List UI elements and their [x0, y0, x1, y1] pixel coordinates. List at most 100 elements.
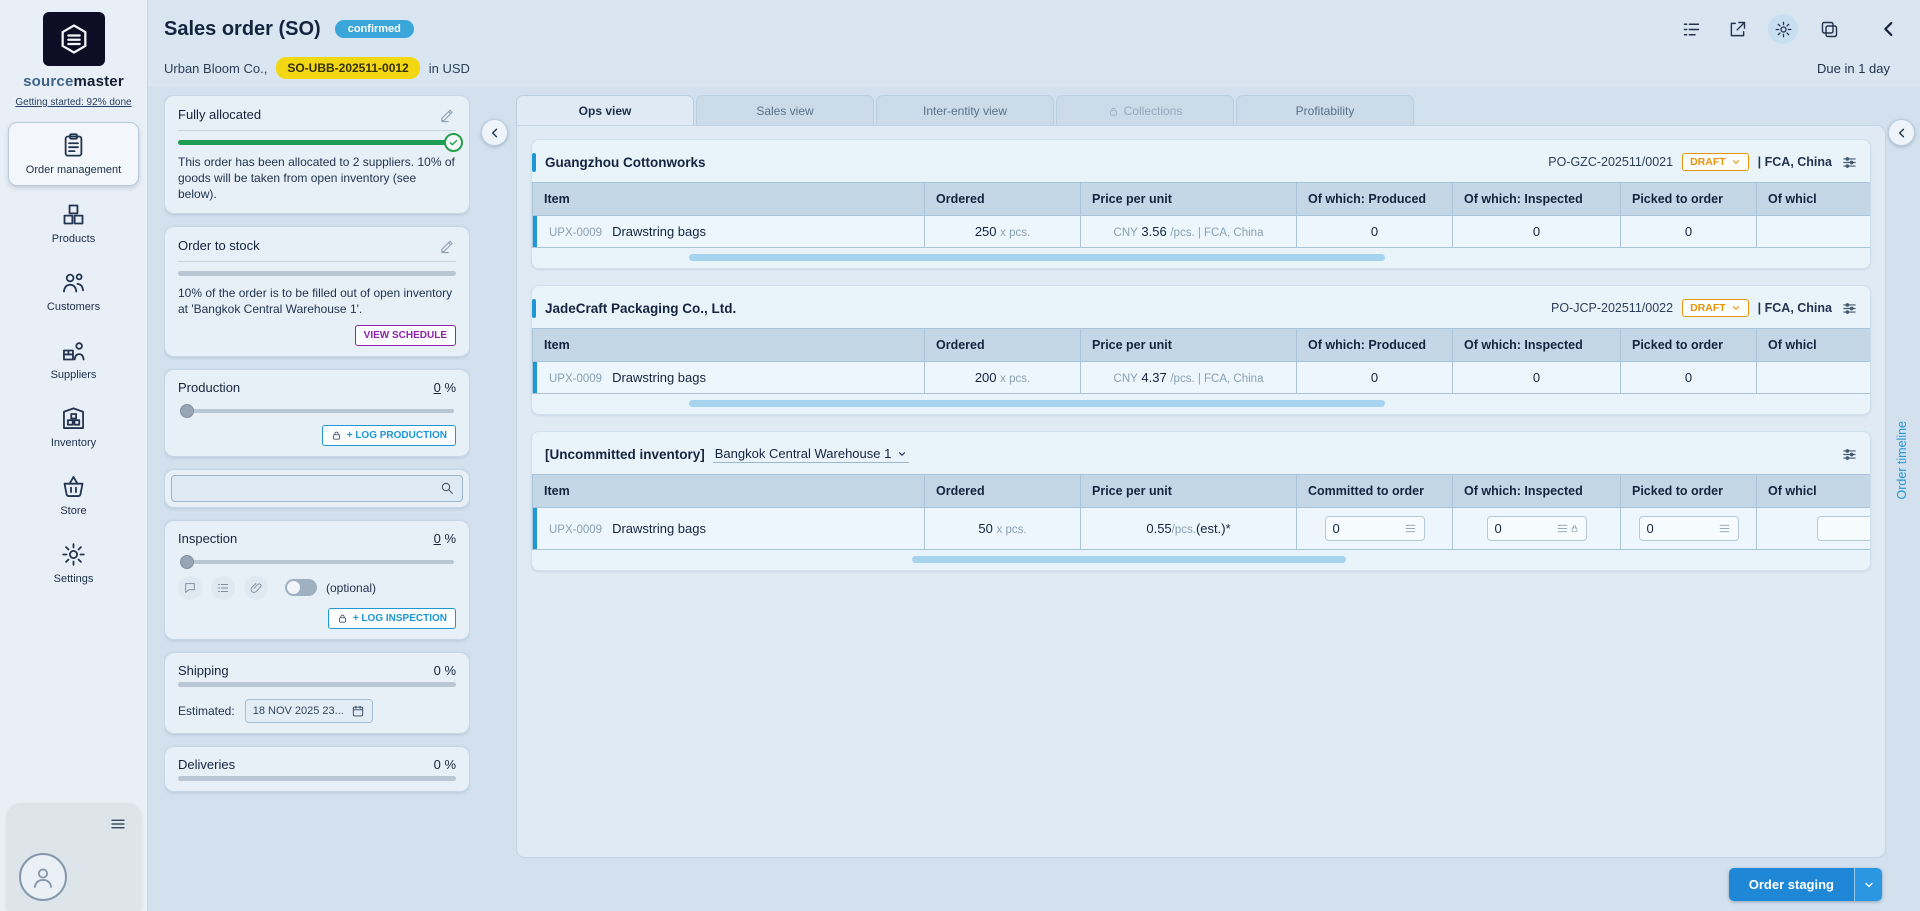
order-staging-caret-icon[interactable] [1854, 868, 1882, 901]
menu-icon[interactable] [109, 815, 127, 833]
col-header-price: Price per unit [1081, 475, 1297, 508]
horizontal-scrollbar[interactable] [544, 400, 1858, 407]
tab-profitability[interactable]: Profitability [1236, 95, 1414, 125]
search-input[interactable] [171, 475, 463, 502]
sidebar-item-products[interactable]: Products [8, 192, 139, 254]
col-header-ordered: Ordered [925, 329, 1081, 362]
products-icon [60, 201, 87, 228]
optional-toggle[interactable] [285, 579, 317, 596]
view-schedule-label: VIEW SCHEDULE [364, 330, 447, 341]
sidebar-item-settings[interactable]: Settings [8, 532, 139, 594]
qty-unit: x pcs. [997, 524, 1027, 536]
price-terms: /pcs. | FCA, China [1170, 373, 1263, 385]
sidebar-item-store[interactable]: Store [8, 464, 139, 526]
horizontal-scrollbar[interactable] [544, 254, 1858, 261]
sidebar-item-suppliers[interactable]: Suppliers [8, 328, 139, 390]
col-header-extra: Of whicl [1757, 183, 1871, 216]
log-production-button[interactable]: + LOG PRODUCTION [322, 425, 456, 446]
header-toolbar [1676, 14, 1904, 44]
po-status-label: DRAFT [1690, 156, 1726, 168]
col-header-inspected: Of which: Inspected [1453, 329, 1621, 362]
tune-icon[interactable] [1841, 446, 1858, 463]
order-staging-button[interactable]: Order staging [1729, 868, 1882, 901]
col-header-inspected: Of which: Inspected [1453, 183, 1621, 216]
col-header-price: Price per unit [1081, 183, 1297, 216]
open-in-new-icon[interactable] [1722, 14, 1752, 44]
collapse-header-chevron-icon[interactable] [1874, 14, 1904, 44]
order-to-stock-card: Order to stock 10% of the order is to be… [164, 226, 470, 357]
slider-knob[interactable] [180, 404, 194, 418]
horizontal-scrollbar[interactable] [544, 556, 1858, 563]
price-unit: /pcs. [1172, 524, 1196, 536]
warehouse-select[interactable]: Bangkok Central Warehouse 1 [713, 445, 910, 463]
app-logo[interactable] [43, 12, 105, 66]
sidebar-item-customers[interactable]: Customers [8, 260, 139, 322]
committed-input[interactable]: 0 [1325, 516, 1425, 541]
inspected-input[interactable]: 0 [1487, 516, 1587, 541]
timeline-expand-button[interactable] [1888, 119, 1915, 146]
cell-extra [1757, 216, 1871, 248]
inspected-value: 0 [1533, 224, 1540, 239]
inspected-value: 0 [1533, 370, 1540, 385]
scrollbar-thumb[interactable] [689, 400, 1385, 407]
tab-inter-entity-view[interactable]: Inter-entity view [876, 95, 1054, 125]
tune-icon[interactable] [1841, 300, 1858, 317]
sidebar-item-label: Inventory [51, 437, 96, 449]
getting-started-link[interactable]: Getting started: 92% done [15, 97, 131, 108]
inspection-slider[interactable] [180, 560, 454, 564]
order-timeline-rail: Order timeline [1886, 95, 1920, 911]
slider-knob[interactable] [180, 555, 194, 569]
edit-pencil-icon[interactable] [439, 106, 456, 123]
view-schedule-button[interactable]: VIEW SCHEDULE [355, 325, 456, 346]
order-number-pill[interactable]: SO-UBB-202511-0012 [276, 57, 419, 79]
estimated-date-field[interactable]: 18 NOV 2025 23... [245, 699, 373, 723]
tune-icon[interactable] [1841, 154, 1858, 171]
order-timeline-label[interactable]: Order timeline [1895, 421, 1909, 500]
avatar[interactable] [19, 853, 67, 901]
attachment-icon[interactable] [244, 576, 268, 600]
picked-input[interactable]: 0 [1639, 516, 1739, 541]
item-sku: UPX-0009 [549, 373, 602, 385]
scrollbar-thumb[interactable] [912, 556, 1346, 563]
col-header-committed: Committed to order [1297, 475, 1453, 508]
footer-bar: Order staging [516, 858, 1886, 911]
copy-icon[interactable] [1814, 14, 1844, 44]
accent-bar [532, 299, 536, 318]
tab-collections[interactable]: Collections [1056, 95, 1234, 125]
shipping-percent: 0 % [434, 663, 456, 678]
log-inspection-button[interactable]: + LOG INSPECTION [328, 608, 456, 629]
log-list-icon [1556, 522, 1569, 535]
tab-ops-view[interactable]: Ops view [516, 95, 694, 125]
log-list-icon[interactable] [211, 576, 235, 600]
activity-log-icon[interactable] [1676, 14, 1706, 44]
supplier-section-jadecraft: JadeCraft Packaging Co., Ltd. PO-JCP-202… [531, 285, 1871, 415]
po-status-dropdown[interactable]: DRAFT [1682, 299, 1749, 317]
log-list-icon [1404, 522, 1417, 535]
table-row[interactable]: UPX-0009Drawstring bags 50 x pcs. 0.55/p… [533, 508, 1871, 550]
allocation-progress-bar [178, 140, 456, 145]
panel-collapse-button[interactable] [481, 119, 508, 146]
po-status-dropdown[interactable]: DRAFT [1682, 153, 1749, 171]
comment-icon[interactable] [178, 576, 202, 600]
scrollbar-thumb[interactable] [689, 254, 1385, 261]
chevron-down-icon [897, 449, 907, 459]
sidebar-item-label: Customers [47, 301, 100, 313]
edit-pencil-icon[interactable] [439, 237, 456, 254]
table-row[interactable]: UPX-0009Drawstring bags 200 x pcs. CNY 4… [533, 362, 1871, 394]
gear-icon[interactable] [1768, 14, 1798, 44]
extra-input[interactable] [1817, 516, 1870, 541]
col-header-produced: Of which: Produced [1297, 183, 1453, 216]
stock-progress-bar [178, 271, 456, 276]
order-progress-panel: Fully allocated This order has been allo… [164, 95, 516, 911]
check-circle-icon [444, 133, 463, 152]
brand-name: sourcemaster [23, 73, 124, 90]
sidebar-nav: Order management Products Customers Supp… [0, 122, 147, 594]
warehouse-name: Bangkok Central Warehouse 1 [715, 446, 892, 461]
sidebar-item-inventory[interactable]: Inventory [8, 396, 139, 458]
tab-sales-view[interactable]: Sales view [696, 95, 874, 125]
tab-label: Sales view [756, 104, 813, 118]
sidebar-item-order-management[interactable]: Order management [8, 122, 139, 186]
production-slider[interactable] [180, 409, 454, 413]
table-row[interactable]: UPX-0009Drawstring bags 250 x pcs. CNY 3… [533, 216, 1871, 248]
qty-value: 50 [978, 521, 992, 536]
